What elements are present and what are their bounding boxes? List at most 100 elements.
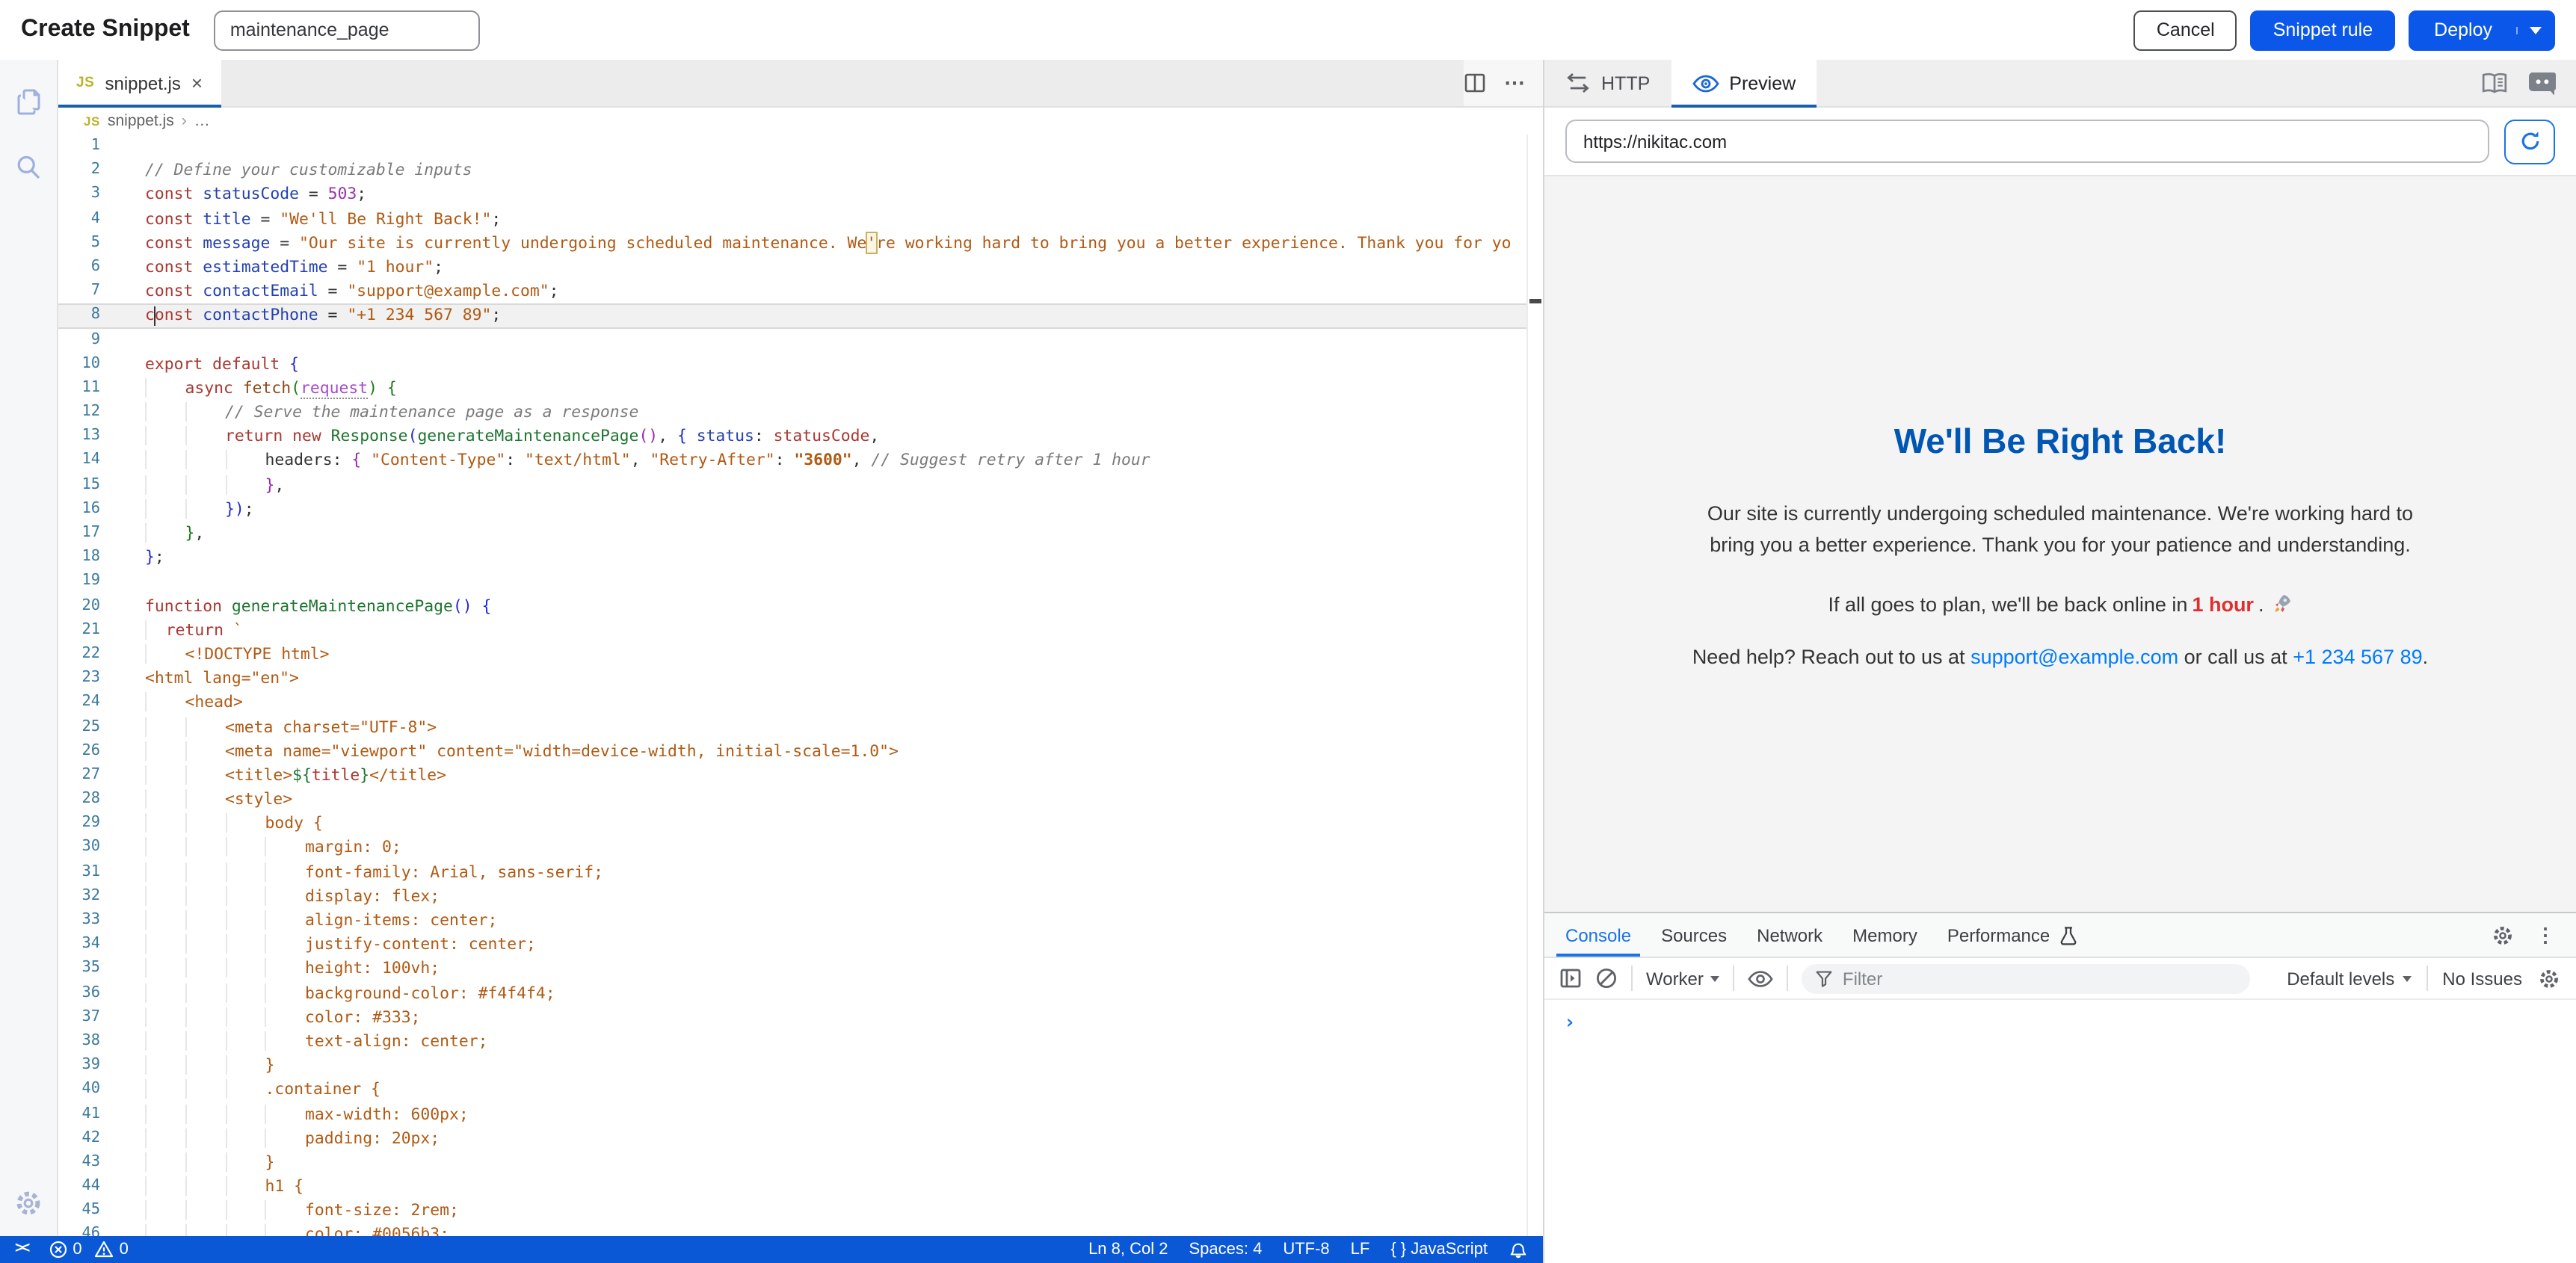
code-line[interactable]: 40 .container { bbox=[58, 1078, 1526, 1102]
code-line[interactable]: 37 color: #333; bbox=[58, 1006, 1526, 1030]
line-number: 14 bbox=[58, 449, 120, 473]
code-line[interactable]: 26 <meta name="viewport" content="width=… bbox=[58, 739, 1526, 763]
cursor-position[interactable]: Ln 8, Col 2 bbox=[1088, 1241, 1168, 1259]
snippet-rule-button[interactable]: Snippet rule bbox=[2251, 10, 2395, 50]
language-mode[interactable]: { } JavaScript bbox=[1390, 1241, 1488, 1259]
encoding[interactable]: UTF-8 bbox=[1283, 1241, 1329, 1259]
code-line[interactable]: 7const contactEmail = "support@example.c… bbox=[58, 280, 1526, 303]
code-line[interactable]: 13 return new Response(generateMaintenan… bbox=[58, 425, 1526, 449]
phone-link[interactable]: +1 234 567 89 bbox=[2293, 645, 2422, 667]
code-line[interactable]: 34 justify-content: center; bbox=[58, 933, 1526, 957]
code-line[interactable]: 44 h1 { bbox=[58, 1175, 1526, 1199]
code-line[interactable]: 27 <title>${title}</title> bbox=[58, 764, 1526, 788]
tab-http[interactable]: HTTP bbox=[1544, 60, 1671, 106]
code-line[interactable]: 15 }, bbox=[58, 473, 1526, 497]
code-line[interactable]: 10export default { bbox=[58, 352, 1526, 376]
live-expression-eye-icon[interactable] bbox=[1748, 969, 1774, 987]
code-area[interactable]: 12// Define your customizable inputs3con… bbox=[58, 135, 1526, 1235]
bell-icon[interactable] bbox=[1509, 1239, 1528, 1260]
more-actions-icon[interactable]: ⋯ bbox=[1504, 70, 1525, 96]
tab-network[interactable]: Network bbox=[1742, 913, 1837, 957]
code-line[interactable]: 30 margin: 0; bbox=[58, 836, 1526, 860]
line-number: 17 bbox=[58, 522, 120, 546]
eye-icon bbox=[1692, 74, 1719, 92]
discord-icon[interactable] bbox=[2528, 70, 2557, 96]
code-line[interactable]: 8const contactPhone = "+1 234 567 89"; bbox=[58, 304, 1526, 328]
code-line[interactable]: 29 body { bbox=[58, 812, 1526, 836]
code-line[interactable]: 5const message = "Our site is currently … bbox=[58, 232, 1526, 256]
editor-scrollbar[interactable] bbox=[1526, 135, 1543, 1235]
tab-console[interactable]: Console bbox=[1550, 913, 1646, 957]
code-line[interactable]: 23<html lang="en"> bbox=[58, 667, 1526, 691]
line-number: 43 bbox=[58, 1151, 120, 1175]
indentation[interactable]: Spaces: 4 bbox=[1189, 1241, 1262, 1259]
tab-preview[interactable]: Preview bbox=[1671, 60, 1817, 106]
eol-sequence[interactable]: LF bbox=[1351, 1241, 1370, 1259]
console-prompt[interactable]: › bbox=[1544, 1000, 2576, 1034]
code-line[interactable]: 17 }, bbox=[58, 522, 1526, 546]
code-line[interactable]: 2// Define your customizable inputs bbox=[58, 158, 1526, 182]
preview-help-line: Need help? Reach out to us at support@ex… bbox=[1692, 645, 2428, 667]
code-line[interactable]: 14 headers: { "Content-Type": "text/html… bbox=[58, 449, 1526, 473]
active-tab-underline bbox=[1671, 104, 1817, 108]
code-line[interactable]: 43 } bbox=[58, 1151, 1526, 1175]
code-line[interactable]: 38 text-align: center; bbox=[58, 1030, 1526, 1054]
snippet-name-input[interactable] bbox=[214, 10, 480, 50]
console-settings-gear-icon[interactable] bbox=[2537, 966, 2561, 990]
clear-console-icon[interactable] bbox=[1595, 967, 1618, 989]
code-line[interactable]: 9 bbox=[58, 328, 1526, 352]
tab-sources[interactable]: Sources bbox=[1646, 913, 1742, 957]
line-number: 20 bbox=[58, 594, 120, 618]
code-line[interactable]: 1 bbox=[58, 135, 1526, 158]
console-sidebar-toggle-icon[interactable] bbox=[1559, 967, 1582, 989]
code-line[interactable]: 33 align-items: center; bbox=[58, 909, 1526, 933]
code-line[interactable]: 3const statusCode = 503; bbox=[58, 183, 1526, 207]
code-line[interactable]: 42 padding: 20px; bbox=[58, 1126, 1526, 1150]
docs-book-icon[interactable] bbox=[2480, 71, 2509, 95]
deploy-dropdown-button[interactable] bbox=[2516, 26, 2554, 34]
code-line[interactable]: 21 return ` bbox=[58, 619, 1526, 643]
tab-performance[interactable]: Performance bbox=[1932, 913, 2065, 957]
code-line[interactable]: 18}; bbox=[58, 546, 1526, 569]
issues-counter[interactable]: No Issues bbox=[2442, 968, 2522, 989]
code-line[interactable]: 28 <style> bbox=[58, 788, 1526, 812]
code-line[interactable]: 4const title = "We'll Be Right Back!"; bbox=[58, 207, 1526, 231]
context-selector[interactable]: Worker bbox=[1646, 968, 1720, 989]
code-line[interactable]: 46 color: #0056b3; bbox=[58, 1223, 1526, 1235]
email-link[interactable]: support@example.com bbox=[1970, 645, 2178, 667]
code-line[interactable]: 20function generateMaintenancePage() { bbox=[58, 594, 1526, 618]
code-line[interactable]: 39 } bbox=[58, 1054, 1526, 1078]
split-editor-icon[interactable] bbox=[1464, 72, 1486, 94]
problems-indicator[interactable]: 0 0 bbox=[49, 1241, 129, 1259]
code-line[interactable]: 36 background-color: #f4f4f4; bbox=[58, 981, 1526, 1005]
code-line[interactable]: 41 max-width: 600px; bbox=[58, 1102, 1526, 1126]
search-icon[interactable] bbox=[10, 149, 46, 185]
tab-snippet-js[interactable]: JS snippet.js × bbox=[58, 60, 221, 106]
code-line[interactable]: 16 }); bbox=[58, 498, 1526, 522]
code-line[interactable]: 11 async fetch(request) { bbox=[58, 377, 1526, 401]
code-line[interactable]: 12 // Serve the maintenance page as a re… bbox=[58, 401, 1526, 424]
cancel-button[interactable]: Cancel bbox=[2134, 10, 2237, 50]
files-icon[interactable] bbox=[10, 81, 46, 117]
code-line[interactable]: 31 font-family: Arial, sans-serif; bbox=[58, 860, 1526, 884]
remote-indicator-icon[interactable]: >< bbox=[15, 1241, 28, 1258]
reload-button[interactable] bbox=[2504, 119, 2555, 164]
log-levels-selector[interactable]: Default levels bbox=[2287, 968, 2411, 989]
code-line[interactable]: 6const estimatedTime = "1 hour"; bbox=[58, 256, 1526, 280]
console-filter-input[interactable]: Filter bbox=[1802, 963, 2251, 993]
code-line[interactable]: 32 display: flex; bbox=[58, 885, 1526, 909]
close-icon[interactable]: × bbox=[191, 73, 203, 93]
devtools-settings-icon[interactable] bbox=[2491, 923, 2515, 947]
code-line[interactable]: 45 font-size: 2rem; bbox=[58, 1199, 1526, 1223]
settings-gear-icon[interactable] bbox=[10, 1185, 46, 1220]
code-line[interactable]: 35 height: 100vh; bbox=[58, 957, 1526, 981]
javascript-file-icon: JS bbox=[84, 114, 100, 129]
code-line[interactable]: 25 <meta charset="UTF-8"> bbox=[58, 715, 1526, 739]
tab-memory[interactable]: Memory bbox=[1837, 913, 1932, 957]
kebab-menu-icon[interactable]: ⋮ bbox=[2536, 923, 2555, 947]
code-line[interactable]: 19 bbox=[58, 570, 1526, 594]
url-input[interactable] bbox=[1565, 120, 2489, 163]
breadcrumb[interactable]: JS snippet.js › … bbox=[58, 108, 1543, 135]
code-line[interactable]: 22 <!DOCTYPE html> bbox=[58, 643, 1526, 667]
code-line[interactable]: 24 <head> bbox=[58, 691, 1526, 715]
